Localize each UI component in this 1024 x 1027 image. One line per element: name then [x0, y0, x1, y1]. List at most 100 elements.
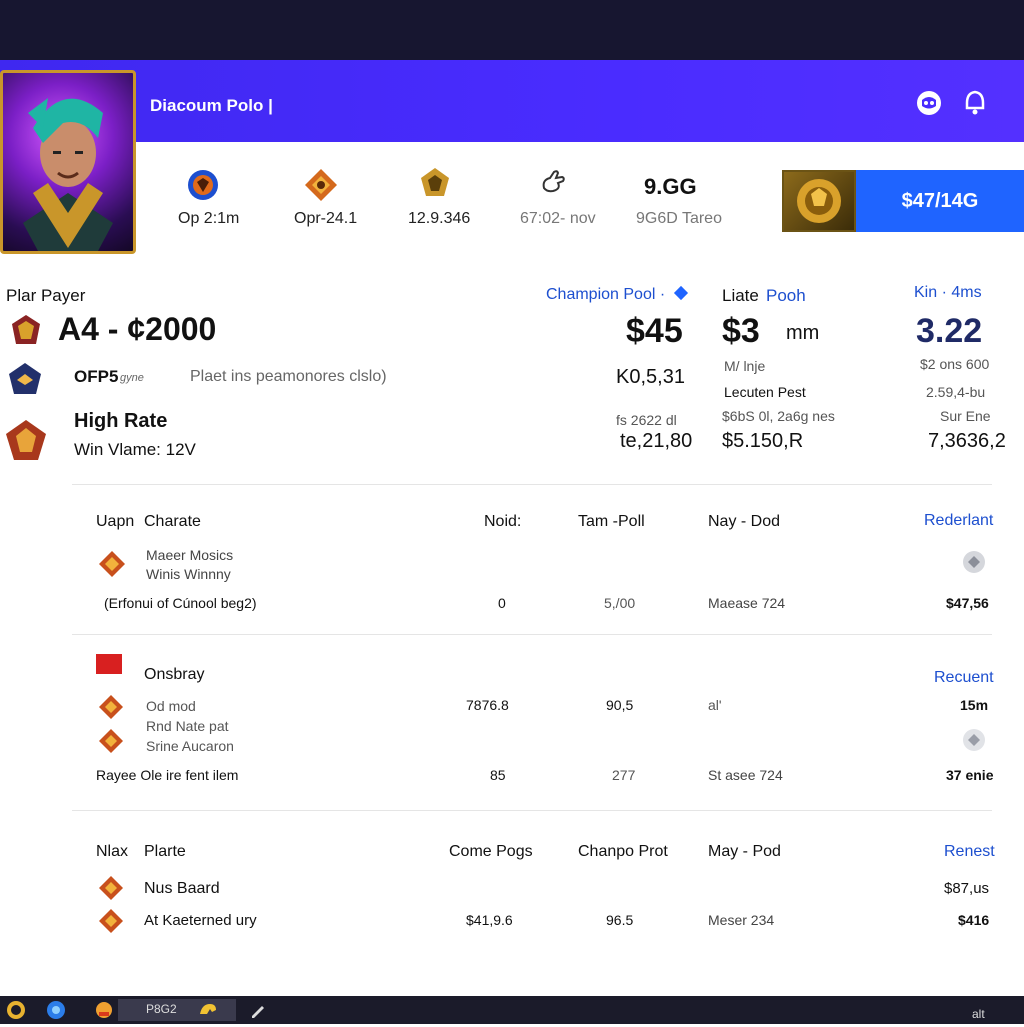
- start-icon[interactable]: [4, 998, 30, 1024]
- list-item-name: Srine Aucaron: [146, 738, 234, 754]
- browser-icon[interactable]: [44, 998, 70, 1024]
- table-cell: 90,5: [606, 697, 634, 713]
- kin-value: 3.22: [916, 312, 983, 350]
- section-label-player: Plar Payer: [6, 286, 86, 305]
- table-row-name: Rayee Ole ire fent ilem: [96, 767, 239, 783]
- champion-pool-indicator: [673, 285, 689, 301]
- table-header: Noid:: [484, 513, 522, 530]
- stat-label: Opr-24.1: [294, 210, 358, 227]
- app-title: Diacoum Polo |: [150, 96, 273, 115]
- table-cell: 15m: [960, 697, 989, 713]
- table-cell: Meser 234: [708, 912, 775, 928]
- stat-label: 12.9.346: [408, 210, 471, 227]
- discord-icon[interactable]: [914, 88, 944, 118]
- item-emblem-icon: [98, 875, 124, 901]
- table-cell: $41,9.6: [466, 912, 513, 928]
- table-header-link[interactable]: Rederlant: [924, 512, 993, 530]
- stat-label: Op 2:1m: [178, 210, 240, 227]
- table-header: Uapn: [96, 513, 135, 530]
- notification-bell-icon[interactable]: [960, 88, 990, 118]
- divider: [72, 634, 992, 635]
- table-cell: St asee 724: [708, 767, 783, 783]
- player-rate-title: High Rate: [74, 410, 168, 432]
- table-cell: 277: [612, 767, 636, 783]
- table-cell: 5,/00: [604, 595, 636, 611]
- kin-line2: 2.59,4-bu: [926, 384, 986, 400]
- liate-line1: M/ lnje: [724, 358, 766, 374]
- table-cell: 0: [498, 595, 506, 611]
- stat-label: 67:02- nov: [520, 210, 596, 227]
- liate-label: Liate: [722, 286, 759, 305]
- table-cell: Maease 724: [708, 595, 786, 611]
- stat-label: 9G6D Tareo: [636, 210, 722, 227]
- champion-pool-line1: K0,5,31: [616, 366, 685, 388]
- hand-icon: [536, 166, 570, 200]
- table-header-link[interactable]: Recuent: [934, 669, 994, 687]
- emblem-orange-icon: [304, 168, 338, 202]
- champion-pool-label[interactable]: Champion Pool ·: [546, 286, 665, 304]
- game-icon[interactable]: [196, 998, 222, 1024]
- table-header: Tam -Poll: [578, 513, 645, 530]
- table-header-link[interactable]: Renest: [944, 843, 995, 861]
- divider: [72, 484, 992, 485]
- gold-emblem-icon: [782, 170, 856, 232]
- table-header: Come Pogs: [449, 843, 533, 860]
- flag-icon: [96, 654, 122, 674]
- item-emblem-icon: [98, 908, 124, 934]
- player-row-desc: Plaet ins peamonores clslo): [190, 368, 387, 385]
- silver-emblem-icon[interactable]: [960, 726, 988, 754]
- pen-icon[interactable]: [246, 998, 272, 1024]
- section-title: Onsbray: [144, 666, 205, 683]
- rank-emblem-icon: [10, 314, 42, 346]
- table-header: Nlax: [96, 843, 129, 860]
- tray-text: alt: [972, 1007, 985, 1021]
- player-row-tag: gyne: [120, 372, 144, 384]
- player-row-label: OFP5: [74, 367, 119, 386]
- table-cell: al': [708, 697, 722, 713]
- kin-line4: 7,3636,2: [928, 430, 1006, 452]
- item-emblem-icon: [98, 728, 124, 754]
- list-item-name: Winis Winnny: [146, 566, 231, 582]
- emblem-gold-icon: [418, 166, 452, 200]
- liate-unit: mm: [786, 322, 820, 344]
- table-header: Charate: [144, 513, 201, 530]
- champion-pool-value: $45: [626, 312, 683, 350]
- table-cell: 37 enie: [946, 767, 994, 783]
- liate-line4: $5.150,R: [722, 430, 804, 452]
- player-headline: A4 - ¢2000: [58, 311, 217, 347]
- table-cell: 85: [490, 767, 506, 783]
- list-item-name: Nus Baard: [144, 880, 220, 897]
- list-item-name: Rnd Nate pat: [146, 718, 229, 734]
- stat-value: 9.GG: [644, 174, 697, 199]
- table-cell: 96.5: [606, 912, 634, 928]
- emblem-red-icon: [4, 418, 48, 462]
- list-item-name: At Kaeterned ury: [144, 912, 257, 929]
- table-header: Chanpo Prot: [578, 843, 668, 860]
- taskbar-item-label: P8G2: [146, 1002, 177, 1016]
- list-item-name: Maeer Mosics: [146, 547, 234, 563]
- list-item-name: Od mod: [146, 698, 196, 714]
- table-cell: $87,us: [944, 880, 990, 897]
- divider: [72, 810, 992, 811]
- emblem-shield-icon: [8, 362, 42, 396]
- player-rate-subtitle: Win Vlame: 12V: [74, 440, 196, 459]
- champion-pool-line2: fs 2622 dl: [616, 412, 677, 428]
- app-icon[interactable]: [92, 998, 118, 1024]
- liate-label-link[interactable]: Pooh: [766, 286, 806, 306]
- table-cell: 7876.8: [466, 697, 509, 713]
- emblem-blue-icon: [186, 168, 220, 202]
- table-header: Plarte: [144, 843, 186, 860]
- table-row-name: (Erfonui of Cúnool beg2): [104, 595, 257, 611]
- silver-emblem-icon[interactable]: [960, 548, 988, 576]
- kin-label[interactable]: Kin · 4ms: [914, 284, 982, 302]
- table-cell: $416: [958, 912, 990, 928]
- table-header: May - Pod: [708, 843, 781, 860]
- player-avatar[interactable]: [0, 70, 136, 254]
- price-button[interactable]: $47/14G: [856, 170, 1024, 232]
- liate-line2: Lecuten Pest: [724, 384, 806, 400]
- champion-pool-line3: te,21,80: [620, 430, 693, 452]
- kin-line3: Sur Ene: [940, 408, 991, 424]
- kin-line1: $2 ons 600: [920, 356, 990, 372]
- item-emblem-icon: [98, 694, 124, 720]
- liate-line3: $6bS 0l, 2a6g nes: [722, 408, 835, 424]
